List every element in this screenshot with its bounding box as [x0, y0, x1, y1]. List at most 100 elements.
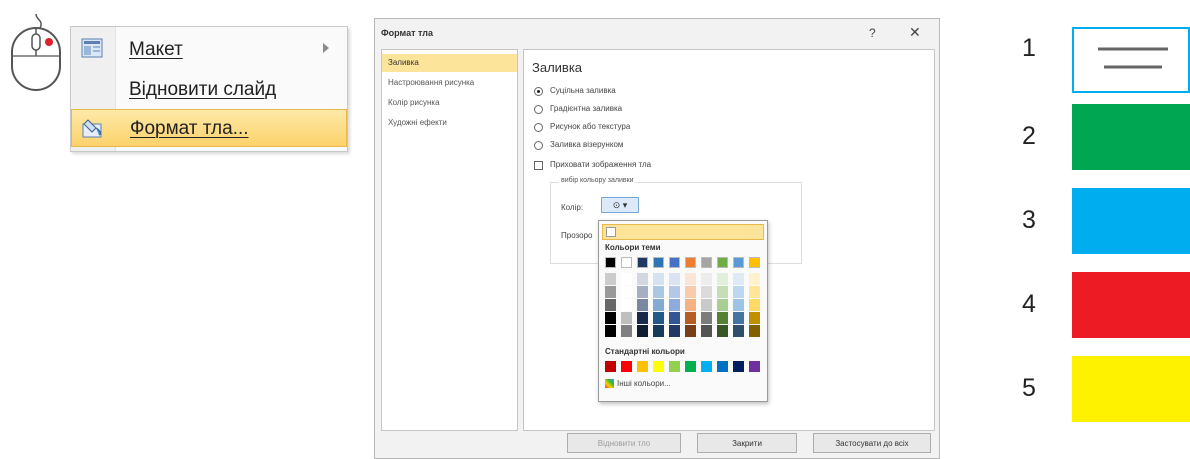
theme-shade-swatch[interactable] [605, 312, 616, 324]
theme-shade-swatch[interactable] [701, 312, 712, 324]
theme-shade-swatch[interactable] [717, 312, 728, 324]
theme-shade-swatch[interactable] [717, 299, 728, 311]
theme-shade-swatch[interactable] [717, 273, 728, 285]
theme-shade-swatch[interactable] [669, 325, 680, 337]
dialog-nav: Заливка Настроювання рисунка Колір рисун… [381, 49, 518, 431]
theme-shade-swatch[interactable] [653, 312, 664, 324]
more-colors-option[interactable]: Інші кольори... [605, 379, 671, 389]
theme-color-swatch[interactable] [749, 257, 760, 268]
theme-shade-swatch[interactable] [653, 273, 664, 285]
color-picker-button[interactable]: ⊙ ▾ [601, 197, 639, 213]
theme-shade-swatch[interactable] [653, 325, 664, 337]
standard-colors-grid [605, 361, 761, 373]
close-button[interactable]: Закрити [697, 433, 797, 453]
theme-color-swatch[interactable] [669, 257, 680, 268]
nav-item-fill[interactable]: Заливка [382, 54, 517, 72]
theme-color-swatch[interactable] [717, 257, 728, 268]
theme-shade-swatch[interactable] [701, 273, 712, 285]
theme-shade-swatch[interactable] [637, 299, 648, 311]
standard-color-swatch[interactable] [637, 361, 648, 372]
theme-shade-swatch[interactable] [637, 286, 648, 298]
theme-shade-swatch[interactable] [653, 299, 664, 311]
theme-color-swatch[interactable] [685, 257, 696, 268]
theme-shade-swatch[interactable] [605, 286, 616, 298]
radio-picture-texture-fill[interactable]: Рисунок або текстура [534, 122, 834, 136]
standard-color-swatch[interactable] [621, 361, 632, 372]
theme-shade-swatch[interactable] [669, 273, 680, 285]
close-icon[interactable]: ✕ [909, 24, 921, 41]
standard-color-swatch[interactable] [653, 361, 664, 372]
theme-shade-swatch[interactable] [605, 325, 616, 337]
theme-shade-swatch[interactable] [701, 325, 712, 337]
theme-color-swatch[interactable] [637, 257, 648, 268]
nav-item-picture-corrections[interactable]: Настроювання рисунка [382, 74, 517, 92]
standard-color-swatch[interactable] [669, 361, 680, 372]
legend-number-1: 1 [1022, 34, 1036, 62]
theme-shade-swatch[interactable] [669, 286, 680, 298]
theme-shade-swatch[interactable] [749, 299, 760, 311]
theme-shade-swatch[interactable] [621, 325, 632, 337]
theme-shade-swatch[interactable] [701, 286, 712, 298]
theme-color-swatch[interactable] [621, 257, 632, 268]
theme-shade-swatch[interactable] [733, 312, 744, 324]
theme-shade-swatch[interactable] [733, 325, 744, 337]
automatic-color-option[interactable] [602, 224, 764, 240]
theme-shade-swatch[interactable] [621, 286, 632, 298]
help-icon[interactable]: ? [869, 26, 876, 40]
standard-color-swatch[interactable] [685, 361, 696, 372]
menu-item-format-background[interactable]: Формат тла... [71, 109, 347, 147]
theme-color-swatch[interactable] [653, 257, 664, 268]
theme-shade-swatch[interactable] [717, 286, 728, 298]
automatic-swatch [606, 227, 616, 237]
theme-shade-swatch[interactable] [685, 286, 696, 298]
nav-item-artistic-effects[interactable]: Художні ефекти [382, 114, 517, 132]
theme-shade-swatch[interactable] [733, 273, 744, 285]
reset-background-button[interactable]: Відновити тло [567, 433, 681, 453]
radio-pattern-fill[interactable]: Заливка візерунком [534, 140, 834, 154]
theme-shade-swatch[interactable] [653, 286, 664, 298]
theme-shade-swatch[interactable] [637, 273, 648, 285]
theme-shade-swatch[interactable] [733, 286, 744, 298]
theme-shade-swatch[interactable] [685, 325, 696, 337]
theme-shade-swatch[interactable] [685, 273, 696, 285]
apply-to-all-button[interactable]: Застосувати до всіх [813, 433, 931, 453]
menu-item-label: Формат тла... [130, 118, 249, 139]
nav-item-picture-color[interactable]: Колір рисунка [382, 94, 517, 112]
more-colors-label: Інші кольори... [617, 379, 671, 388]
radio-solid-fill[interactable]: Суцільна заливка [534, 86, 834, 100]
theme-shade-swatch[interactable] [701, 299, 712, 311]
radio-label: Заливка візерунком [550, 140, 624, 149]
theme-color-swatch[interactable] [701, 257, 712, 268]
standard-color-swatch[interactable] [605, 361, 616, 372]
theme-color-swatch[interactable] [605, 257, 616, 268]
standard-color-swatch[interactable] [749, 361, 760, 372]
theme-shade-swatch[interactable] [669, 299, 680, 311]
theme-shade-swatch[interactable] [749, 325, 760, 337]
theme-shade-swatch[interactable] [637, 325, 648, 337]
menu-item-label: Відновити слайд [129, 79, 277, 100]
theme-shade-swatch[interactable] [637, 312, 648, 324]
radio-dot [534, 87, 543, 96]
legend-number-5: 5 [1022, 374, 1036, 402]
theme-shade-swatch[interactable] [733, 299, 744, 311]
theme-shade-swatch[interactable] [669, 312, 680, 324]
theme-shade-swatch[interactable] [621, 273, 632, 285]
theme-shade-swatch[interactable] [749, 286, 760, 298]
theme-shade-swatch[interactable] [605, 299, 616, 311]
menu-item-layout[interactable]: Макет [71, 31, 347, 67]
legend-swatch-green [1072, 104, 1190, 170]
theme-shade-swatch[interactable] [685, 299, 696, 311]
standard-color-swatch[interactable] [733, 361, 744, 372]
menu-item-reset-slide[interactable]: Відновити слайд [71, 71, 347, 107]
theme-shade-swatch[interactable] [621, 299, 632, 311]
theme-shade-swatch[interactable] [685, 312, 696, 324]
theme-shade-swatch[interactable] [717, 325, 728, 337]
theme-shade-swatch[interactable] [749, 312, 760, 324]
radio-gradient-fill[interactable]: Градієнтна заливка [534, 104, 834, 118]
standard-color-swatch[interactable] [701, 361, 712, 372]
theme-shade-swatch[interactable] [605, 273, 616, 285]
theme-shade-swatch[interactable] [749, 273, 760, 285]
theme-shade-swatch[interactable] [621, 312, 632, 324]
theme-color-swatch[interactable] [733, 257, 744, 268]
standard-color-swatch[interactable] [717, 361, 728, 372]
